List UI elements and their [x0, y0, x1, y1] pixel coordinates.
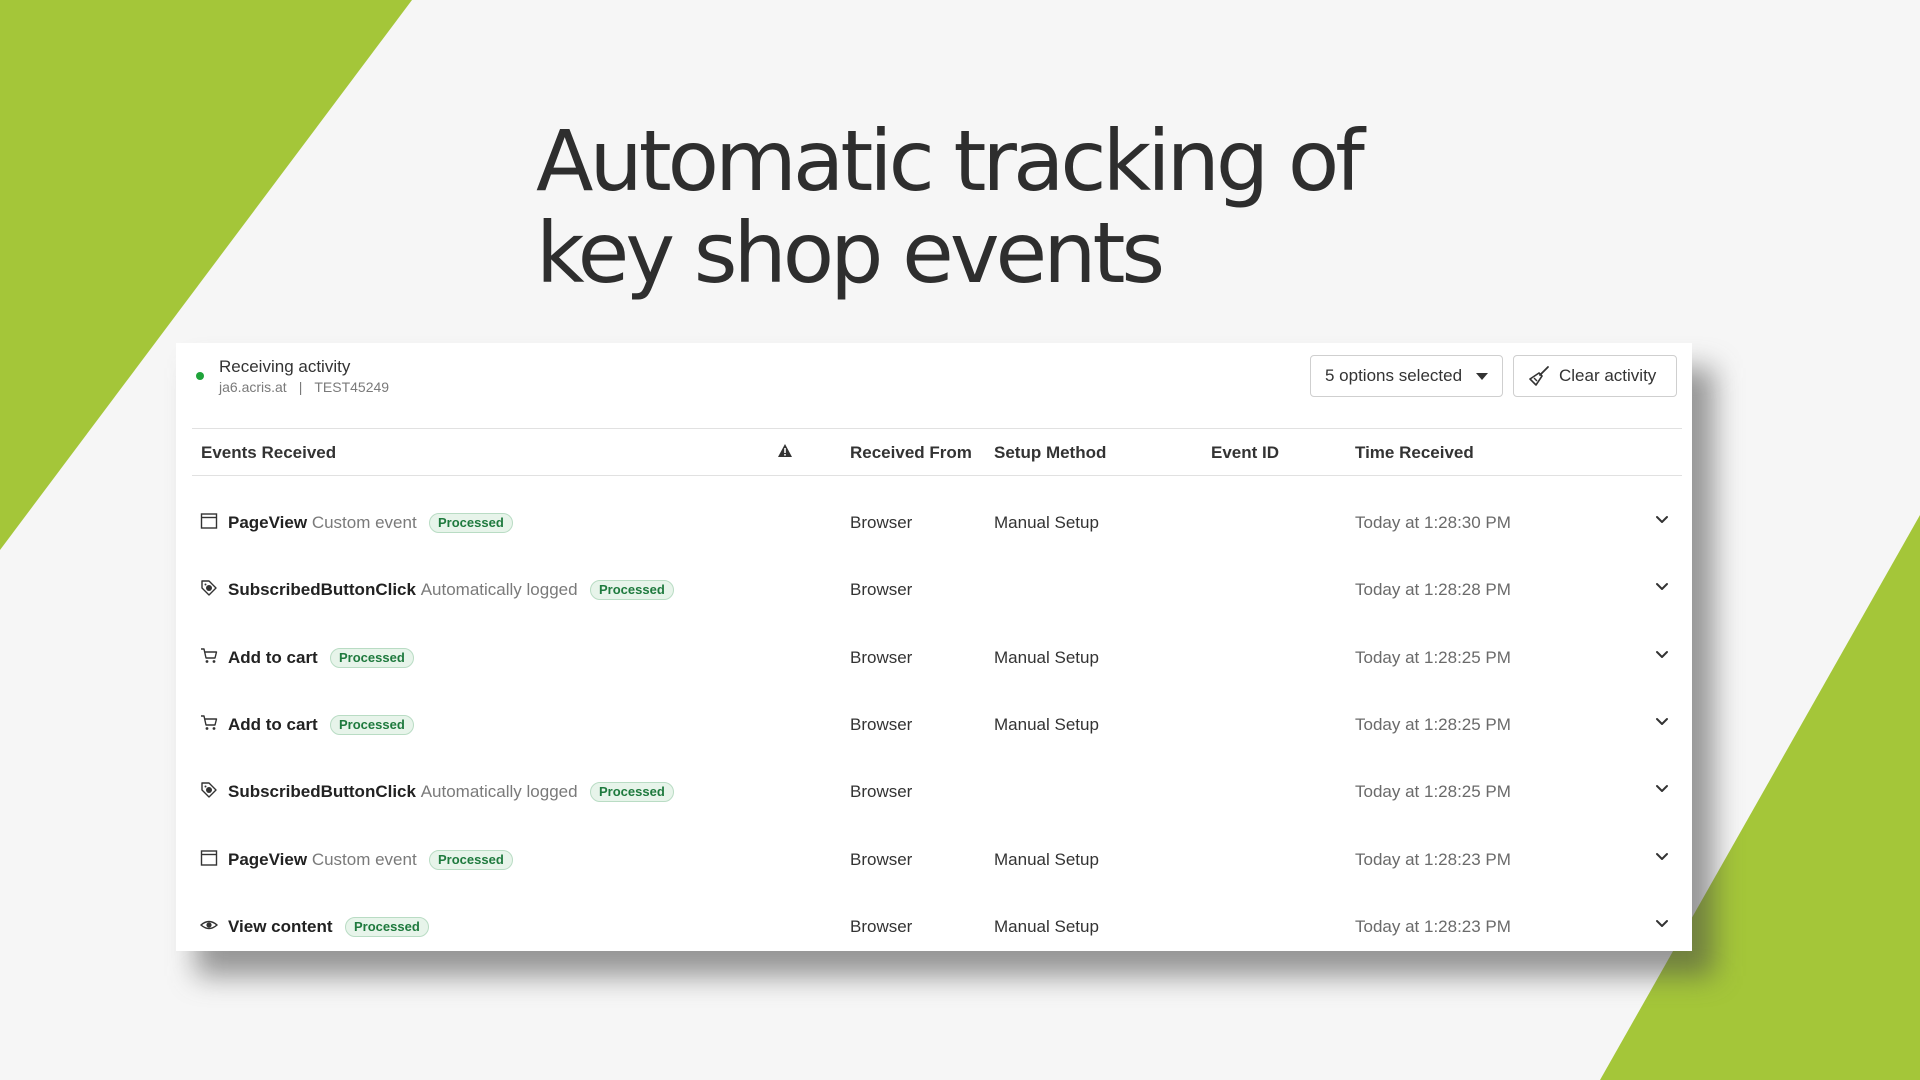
events-panel: Receiving activity ja6.acris.at | TEST4524…	[176, 343, 1692, 951]
event-name-cell: Add to cart	[228, 648, 318, 668]
time-received-cell: Today at 1:28:23 PM	[1355, 849, 1511, 869]
header-setup-method[interactable]: Setup Method	[994, 443, 1106, 463]
received-from-cell: Browser	[850, 782, 913, 802]
headline-line-2: key shop events	[536, 204, 1165, 302]
time-received-cell: Today at 1:28:23 PM	[1355, 916, 1511, 936]
chevron-down-icon[interactable]	[1655, 919, 1669, 929]
chevron-down-icon[interactable]	[1655, 852, 1669, 862]
chevron-down-icon[interactable]	[1655, 650, 1669, 660]
status-separator: |	[298, 379, 303, 395]
event-name-cell: Add to cart	[228, 715, 318, 735]
table-row[interactable]: Add to cart Processed Browser Manual Setup T…	[176, 625, 1692, 692]
chevron-down-icon[interactable]	[1655, 515, 1669, 525]
headline-line-1: Automatic tracking of	[536, 112, 1365, 210]
header-event-id[interactable]: Event ID	[1211, 443, 1279, 463]
setup-method-cell: Manual Setup	[994, 647, 1099, 667]
warning-icon	[778, 444, 792, 457]
event-name: PageView	[228, 849, 308, 869]
header-received-from[interactable]: Received From	[850, 443, 972, 463]
options-select[interactable]: 5 options selected	[1310, 355, 1503, 397]
status-dot	[196, 372, 204, 380]
status-badge: Processed	[590, 782, 674, 803]
slide: Automatic tracking of key shop events Re…	[0, 0, 1920, 1080]
event-name: View content	[228, 916, 333, 936]
time-received-cell: Today at 1:28:28 PM	[1355, 580, 1511, 600]
divider	[192, 428, 1682, 429]
received-from-cell: Browser	[850, 513, 913, 532]
header-events-received[interactable]: Events Received	[201, 443, 336, 463]
table-row[interactable]: Add to cart Processed Browser Manual Setup T…	[176, 692, 1692, 759]
status-badge: Processed	[429, 849, 513, 870]
received-from-cell: Browser	[850, 916, 913, 936]
table-row[interactable]: PageView Custom event Processed Browser Man…	[176, 827, 1692, 894]
status-badge: Processed	[590, 580, 674, 601]
event-name-cell: PageView Custom event	[228, 850, 417, 870]
event-name: Add to cart	[228, 714, 318, 734]
event-name: PageView	[228, 513, 308, 532]
table-row[interactable]: SubscribedButtonClick Automatically logg…	[176, 557, 1692, 624]
setup-method-cell: Manual Setup	[994, 849, 1099, 869]
tag-icon	[200, 579, 218, 597]
time-received-cell: Today at 1:28:30 PM	[1355, 513, 1511, 532]
headline: Automatic tracking of key shop events	[536, 115, 1436, 299]
eye-icon	[199, 916, 219, 934]
setup-method-cell: Manual Setup	[994, 513, 1099, 532]
status-id: TEST45249	[314, 379, 390, 395]
status-badge: Processed	[330, 714, 414, 735]
status-badge: Processed	[429, 513, 513, 533]
event-description: Automatically logged	[420, 580, 578, 600]
event-name: SubscribedButtonClick	[228, 782, 416, 802]
broom-icon	[1529, 366, 1549, 386]
received-from-cell: Browser	[850, 580, 913, 600]
event-description: Custom event	[311, 513, 417, 532]
status-title: Receiving activity	[219, 357, 351, 376]
status-badge: Processed	[345, 916, 429, 937]
event-name: Add to cart	[228, 647, 318, 667]
event-name-cell: SubscribedButtonClick Automatically logg…	[228, 782, 578, 802]
event-name-cell: PageView Custom event	[228, 513, 417, 533]
event-name-cell: SubscribedButtonClick Automatically logg…	[228, 580, 578, 600]
header-time-received[interactable]: Time Received	[1355, 443, 1474, 463]
table-row[interactable]: PageView Custom event Processed Browser Man…	[176, 490, 1692, 557]
setup-method-cell: Manual Setup	[994, 714, 1099, 734]
status-subtitle: ja6.acris.at | TEST45249	[219, 379, 389, 395]
clear-activity-button[interactable]: Clear activity	[1513, 355, 1677, 397]
event-name: SubscribedButtonClick	[228, 580, 416, 600]
event-description: Automatically logged	[420, 782, 578, 802]
clear-activity-label: Clear activity	[1559, 366, 1657, 385]
header-divider	[192, 475, 1682, 476]
event-description: Custom event	[311, 849, 417, 869]
cart-icon	[200, 647, 218, 665]
status-badge: Processed	[330, 647, 414, 668]
caret-down-icon	[1476, 373, 1488, 380]
received-from-cell: Browser	[850, 849, 913, 869]
page-icon	[200, 512, 218, 530]
tag-icon	[200, 781, 218, 799]
cart-icon	[200, 714, 218, 732]
time-received-cell: Today at 1:28:25 PM	[1355, 647, 1511, 667]
setup-method-cell: Manual Setup	[994, 916, 1099, 936]
options-select-label: 5 options selected	[1325, 366, 1463, 385]
received-from-cell: Browser	[850, 714, 913, 734]
chevron-down-icon[interactable]	[1655, 784, 1669, 794]
event-name-cell: View content	[228, 917, 333, 937]
table-row[interactable]: View content Processed Browser Manual Setup…	[176, 894, 1692, 961]
chevron-down-icon[interactable]	[1655, 582, 1669, 592]
time-received-cell: Today at 1:28:25 PM	[1355, 782, 1511, 802]
time-received-cell: Today at 1:28:25 PM	[1355, 714, 1511, 734]
table-row[interactable]: SubscribedButtonClick Automatically logg…	[176, 759, 1692, 826]
received-from-cell: Browser	[850, 647, 913, 667]
status-domain: ja6.acris.at	[219, 379, 287, 395]
page-icon	[200, 849, 218, 867]
chevron-down-icon[interactable]	[1655, 717, 1669, 727]
